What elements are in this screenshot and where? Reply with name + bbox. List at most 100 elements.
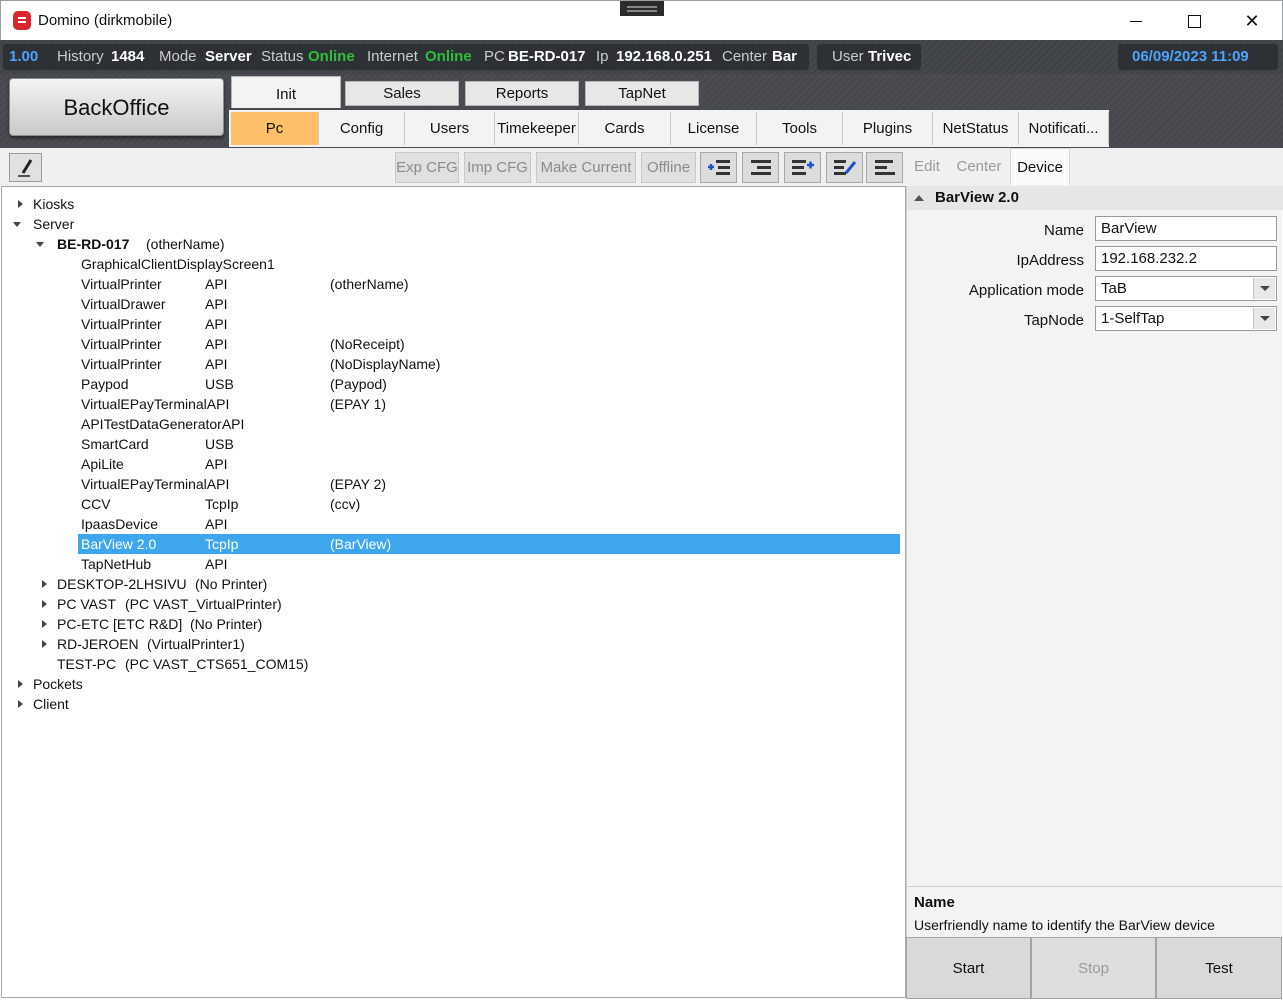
start-button[interactable]: Start [906, 937, 1031, 999]
edit-pen-button[interactable] [9, 153, 42, 182]
tree-device-row[interactable]: APITestDataGeneratorAPI [78, 414, 900, 434]
exp-cfg-button[interactable]: Exp CFG [395, 152, 459, 183]
tree-device-row[interactable]: BarView 2.0 TcpIp (BarView) [78, 534, 900, 554]
minimize-button[interactable] [1107, 1, 1165, 41]
drag-grip-icon[interactable] [620, 1, 664, 16]
chevron-down-icon[interactable] [1253, 308, 1275, 329]
collapse-icon[interactable] [13, 222, 21, 227]
tree-device-row[interactable]: TapNetHub API [78, 554, 900, 574]
ipaddress-field[interactable]: 192.168.232.2 [1095, 246, 1277, 271]
collapse-icon[interactable] [36, 242, 44, 247]
tab-device[interactable]: Device [1010, 148, 1070, 185]
device-type: USB [205, 436, 234, 452]
tab-sales[interactable]: Sales [345, 81, 459, 106]
tree-device-row[interactable]: VirtualPrinter API (NoDisplayName) [78, 354, 900, 374]
imp-cfg-button[interactable]: Imp CFG [464, 152, 531, 183]
tree-node-client[interactable]: Client [12, 694, 312, 714]
tree-node-other-pc[interactable]: PC-ETC [ETC R&D] (No Printer) [36, 614, 436, 634]
ip-value: 192.168.0.251 [616, 48, 712, 65]
expand-icon[interactable] [42, 600, 47, 608]
device-name: VirtualEPayTerminalAPI [81, 396, 230, 412]
expand-icon[interactable] [42, 640, 47, 648]
device-extra: (ccv) [330, 496, 361, 512]
tree-device-row[interactable]: VirtualPrinter API [78, 314, 900, 334]
tab-center[interactable]: Center [950, 148, 1008, 185]
edit-item-button[interactable] [826, 152, 863, 183]
tree-node-server[interactable]: Server [12, 214, 312, 234]
expand-icon[interactable] [18, 200, 23, 208]
name-field[interactable]: BarView [1095, 216, 1277, 241]
device-name: ApiLite [81, 456, 124, 472]
tab-init[interactable]: Init [231, 76, 341, 108]
tab-reports[interactable]: Reports [465, 81, 579, 106]
application-mode-select[interactable]: TaB [1095, 276, 1277, 301]
subtab-config[interactable]: Config [319, 112, 405, 145]
pc-extra: (PC VAST_VirtualPrinter) [125, 596, 282, 612]
tapnode-select[interactable]: 1-SelfTap [1095, 306, 1277, 331]
tree-device-row[interactable]: VirtualEPayTerminalAPI (EPAY 2) [78, 474, 900, 494]
tree-device-row[interactable]: SmartCard USB [78, 434, 900, 454]
maximize-button[interactable] [1165, 1, 1223, 41]
chevron-down-icon[interactable] [1253, 278, 1275, 299]
tree-node-other-pc[interactable]: TEST-PC (PC VAST_CTS651_COM15) [36, 654, 436, 674]
tree-device-row[interactable]: VirtualDrawer API [78, 294, 900, 314]
tree-device-row[interactable]: CCV TcpIp (ccv) [78, 494, 900, 514]
make-current-button[interactable]: Make Current [536, 152, 636, 183]
edit-item-icon [834, 160, 857, 175]
close-button[interactable]: ✕ [1223, 1, 1281, 41]
add-child-button[interactable] [700, 152, 737, 183]
pc-value: BE-RD-017 [508, 48, 586, 65]
device-type: TcpIp [205, 496, 239, 512]
offline-button[interactable]: Offline [641, 152, 696, 183]
window-titlebar: Domino (dirkmobile) ✕ [0, 0, 1283, 40]
device-type: API [205, 336, 228, 352]
tree-node-pockets[interactable]: Pockets [12, 674, 312, 694]
device-name: SmartCard [81, 436, 149, 452]
tree-device-row[interactable]: VirtualEPayTerminalAPI (EPAY 1) [78, 394, 900, 414]
outdent-button[interactable] [866, 152, 903, 183]
indent-button[interactable] [742, 152, 779, 183]
internet-label: Internet [367, 48, 418, 65]
stop-button[interactable]: Stop [1031, 937, 1156, 999]
device-type: API [205, 276, 228, 292]
tree-node-kiosks[interactable]: Kiosks [12, 194, 312, 214]
subtab-cards[interactable]: Cards [579, 112, 671, 145]
subtab-timekeeper[interactable]: Timekeeper [495, 112, 579, 145]
tab-tapnet[interactable]: TapNet [585, 81, 699, 106]
subtab-pc[interactable]: Pc [231, 112, 319, 145]
toolbar: Exp CFG Imp CFG Make Current Offline Edi… [0, 148, 1283, 186]
subtab-tools[interactable]: Tools [757, 112, 843, 145]
subtab-license[interactable]: License [671, 112, 757, 145]
tree-device-row[interactable]: VirtualPrinter API (NoReceipt) [78, 334, 900, 354]
expand-icon[interactable] [42, 580, 47, 588]
test-button[interactable]: Test [1156, 937, 1282, 999]
pc-extra: (PC VAST_CTS651_COM15) [125, 656, 309, 672]
version-label: 1.00 [9, 48, 39, 65]
device-type: API [205, 316, 228, 332]
subtab-plugins[interactable]: Plugins [843, 112, 933, 145]
subtab-users[interactable]: Users [405, 112, 495, 145]
tree-node-other-pc[interactable]: DESKTOP-2LHSIVU (No Printer) [36, 574, 436, 594]
tree-node-other-pc[interactable]: PC VAST (PC VAST_VirtualPrinter) [36, 594, 436, 614]
tree-device-row[interactable]: IpaasDevice API [78, 514, 900, 534]
tree-device-row[interactable]: ApiLite API [78, 454, 900, 474]
expand-icon[interactable] [42, 620, 47, 628]
expand-icon[interactable] [18, 680, 23, 688]
prop-label-tapnode: TapNode [1023, 312, 1084, 329]
tree-device-row[interactable]: Paypod USB (Paypod) [78, 374, 900, 394]
tab-edit[interactable]: Edit [906, 148, 948, 185]
prop-label-ipaddress: IpAddress [1016, 252, 1084, 269]
property-category[interactable]: BarView 2.0 [907, 186, 1283, 210]
tree-device-row[interactable]: GraphicalClientDisplayScreen1 [78, 254, 900, 274]
backoffice-button[interactable]: BackOffice [9, 78, 224, 136]
subtab-notifications[interactable]: Notificati... [1019, 112, 1109, 145]
tree-device-row[interactable]: VirtualPrinter API (otherName) [78, 274, 900, 294]
tree-node-pc[interactable]: BE-RD-017 (otherName) [36, 234, 436, 254]
pc-extra: (No Printer) [190, 616, 263, 632]
subtab-netstatus[interactable]: NetStatus [933, 112, 1019, 145]
status-value: Online [308, 48, 355, 65]
add-item-button[interactable] [784, 152, 821, 183]
collapse-icon[interactable] [914, 195, 924, 201]
expand-icon[interactable] [18, 700, 23, 708]
tree-node-other-pc[interactable]: RD-JEROEN (VirtualPrinter1) [36, 634, 436, 654]
